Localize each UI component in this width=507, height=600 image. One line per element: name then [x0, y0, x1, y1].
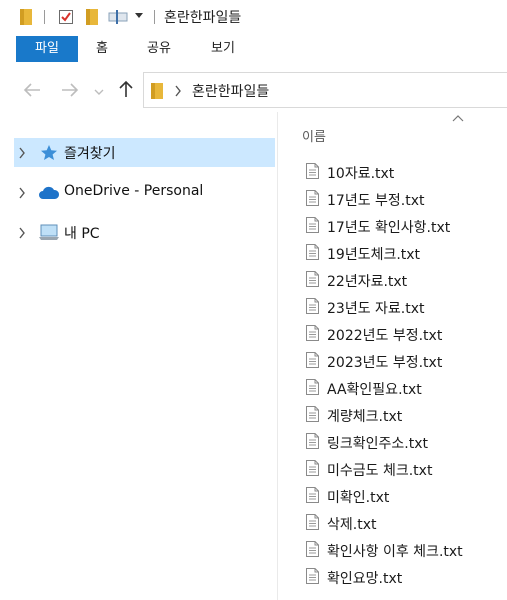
- chevron-right-icon[interactable]: [18, 187, 26, 199]
- file-name: 링크확인주소.txt: [327, 436, 428, 452]
- text-file-icon: [306, 244, 319, 260]
- text-file-icon: [306, 163, 319, 179]
- nav-item-onedrive[interactable]: OneDrive - Personal: [14, 178, 275, 207]
- tab-share[interactable]: 공유: [147, 36, 171, 62]
- text-file-icon: [306, 217, 319, 233]
- chevron-down-icon: [94, 89, 104, 95]
- back-button[interactable]: [22, 80, 42, 104]
- rename-icon[interactable]: [108, 8, 128, 26]
- toolbar-separator: [154, 10, 155, 24]
- file-item[interactable]: 10자료.txt: [300, 160, 500, 184]
- text-file-icon: [306, 433, 319, 449]
- title-bar: 혼란한파일들: [0, 0, 507, 34]
- file-item[interactable]: 링크확인주소.txt: [300, 430, 500, 454]
- nav-label-onedrive: OneDrive - Personal: [64, 183, 204, 199]
- file-name: 17년도 부정.txt: [327, 193, 425, 209]
- chevron-right-icon[interactable]: [18, 227, 26, 239]
- text-file-icon: [306, 325, 319, 341]
- arrow-left-icon: [23, 83, 40, 97]
- text-file-icon: [306, 487, 319, 503]
- file-item[interactable]: 17년도 확인사항.txt: [300, 214, 500, 238]
- text-file-icon: [306, 298, 319, 314]
- file-name: 2022년도 부정.txt: [327, 328, 443, 344]
- text-file-icon: [306, 352, 319, 368]
- file-name: 미수금도 체크.txt: [327, 463, 433, 479]
- text-file-icon: [306, 460, 319, 476]
- forward-button[interactable]: [60, 80, 80, 104]
- nav-item-this-pc[interactable]: 내 PC: [14, 218, 275, 247]
- address-bar[interactable]: 혼란한파일들: [143, 72, 507, 108]
- file-item[interactable]: 확인요망.txt: [300, 565, 500, 589]
- pane-divider[interactable]: [277, 112, 278, 600]
- file-name: 22년자료.txt: [327, 274, 408, 290]
- sort-ascending-icon: [452, 115, 464, 122]
- file-item[interactable]: 미확인.txt: [300, 484, 500, 508]
- address-path[interactable]: 혼란한파일들: [192, 81, 269, 101]
- chevron-down-icon[interactable]: [134, 12, 144, 20]
- tab-view[interactable]: 보기: [211, 36, 235, 62]
- text-file-icon: [306, 568, 319, 584]
- file-item[interactable]: 계량체크.txt: [300, 403, 500, 427]
- nav-label-this-pc: 내 PC: [64, 226, 100, 242]
- file-name: AA확인필요.txt: [327, 382, 422, 398]
- file-item[interactable]: 삭제.txt: [300, 511, 500, 535]
- properties-icon[interactable]: [58, 8, 74, 26]
- file-name: 17년도 확인사항.txt: [327, 220, 451, 236]
- column-header-name[interactable]: 이름: [302, 126, 326, 145]
- file-item[interactable]: 2022년도 부정.txt: [300, 322, 500, 346]
- file-item[interactable]: AA확인필요.txt: [300, 376, 500, 400]
- folder-icon: [151, 83, 163, 99]
- computer-icon: [39, 224, 59, 240]
- new-folder-icon[interactable]: [84, 8, 100, 26]
- cloud-icon: [39, 186, 60, 199]
- arrow-up-icon: [119, 80, 133, 97]
- file-name: 미확인.txt: [327, 490, 390, 506]
- text-file-icon: [306, 514, 319, 530]
- text-file-icon: [306, 406, 319, 422]
- file-item[interactable]: 17년도 부정.txt: [300, 187, 500, 211]
- file-name: 계량체크.txt: [327, 409, 403, 425]
- text-file-icon: [306, 379, 319, 395]
- window-title: 혼란한파일들: [164, 10, 242, 26]
- recent-locations-button[interactable]: [92, 80, 106, 104]
- toolbar-separator: [44, 10, 45, 24]
- tab-file[interactable]: 파일: [16, 36, 78, 62]
- nav-item-quick-access[interactable]: 즐겨찾기: [14, 138, 275, 167]
- file-item[interactable]: 23년도 자료.txt: [300, 295, 500, 319]
- ribbon-tabs: 파일 홈 공유 보기: [0, 36, 507, 62]
- file-item[interactable]: 19년도체크.txt: [300, 241, 500, 265]
- nav-label-quick-access: 즐겨찾기: [64, 146, 116, 162]
- file-name: 10자료.txt: [327, 166, 395, 182]
- arrow-right-icon: [62, 83, 79, 97]
- text-file-icon: [306, 271, 319, 287]
- file-name: 2023년도 부정.txt: [327, 355, 443, 371]
- folder-icon: [20, 9, 32, 25]
- text-file-icon: [306, 541, 319, 557]
- up-button[interactable]: [116, 80, 136, 104]
- file-name: 확인사항 이후 체크.txt: [327, 544, 463, 560]
- file-item[interactable]: 미수금도 체크.txt: [300, 457, 500, 481]
- file-name: 삭제.txt: [327, 517, 377, 533]
- file-item[interactable]: 22년자료.txt: [300, 268, 500, 292]
- star-icon: [41, 145, 57, 160]
- chevron-right-icon[interactable]: [18, 147, 26, 159]
- file-name: 확인요망.txt: [327, 571, 403, 587]
- tab-home[interactable]: 홈: [96, 36, 108, 62]
- file-name: 23년도 자료.txt: [327, 301, 425, 317]
- chevron-right-icon[interactable]: [174, 85, 182, 97]
- text-file-icon: [306, 190, 319, 206]
- file-item[interactable]: 2023년도 부정.txt: [300, 349, 500, 373]
- file-item[interactable]: 확인사항 이후 체크.txt: [300, 538, 500, 562]
- file-name: 19년도체크.txt: [327, 247, 421, 263]
